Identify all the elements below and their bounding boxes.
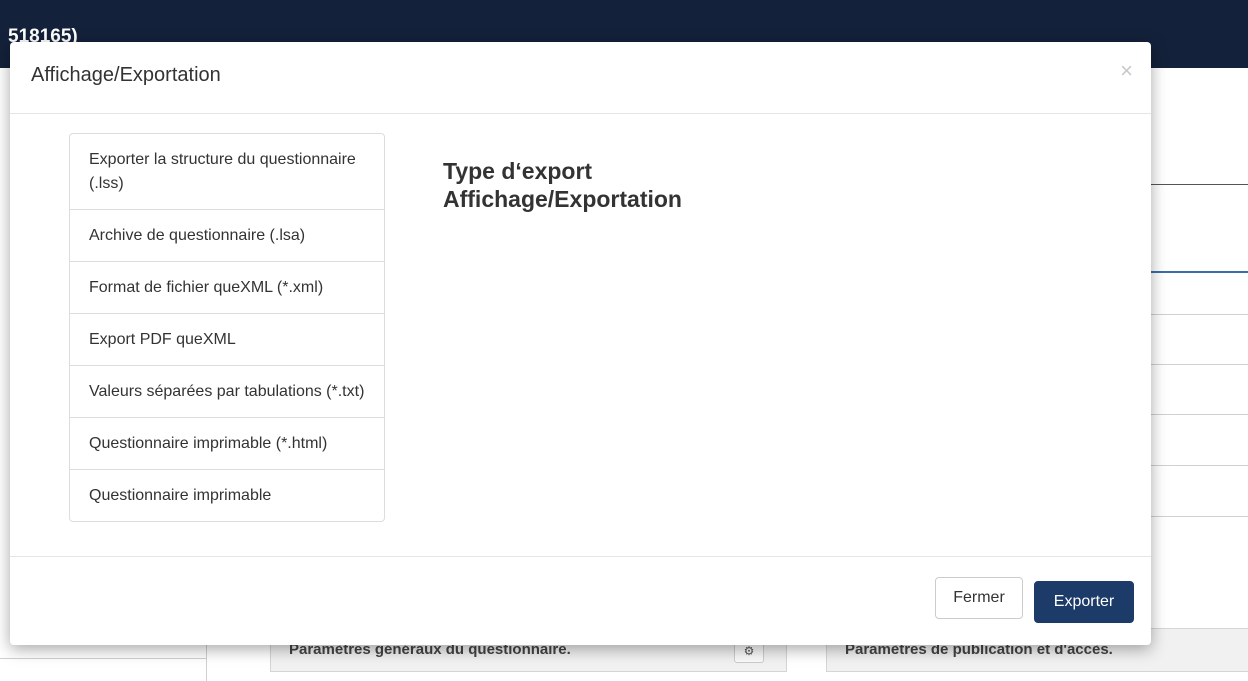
modal-header: Affichage/Exportation × [10, 42, 1151, 114]
modal-title: Affichage/Exportation [31, 64, 221, 86]
export-type-heading: Type d‘export Affichage/Exportation [443, 157, 682, 213]
bg-active-tab-line [1151, 271, 1248, 273]
bg-row-line [1151, 314, 1248, 315]
bg-row-line [1151, 364, 1248, 365]
export-option-lsa[interactable]: Archive de questionnaire (.lsa) [70, 210, 384, 262]
export-button[interactable]: Exporter [1034, 581, 1134, 623]
export-option-printable-html[interactable]: Questionnaire imprimable (*.html) [70, 418, 384, 470]
modal-footer: Fermer Exporter [10, 556, 1151, 646]
bg-divider [1151, 184, 1248, 185]
bg-row-line [1151, 414, 1248, 415]
export-option-quexml[interactable]: Format de fichier queXML (*.xml) [70, 262, 384, 314]
close-button[interactable]: Fermer [935, 577, 1023, 619]
bg-sidebar-line [0, 658, 206, 659]
export-option-quexml-pdf[interactable]: Export PDF queXML [70, 314, 384, 366]
bg-row-line [1151, 465, 1248, 466]
bg-sidebar-border [206, 645, 207, 681]
export-type-heading-line1: Type d‘export [443, 158, 593, 184]
export-modal: Affichage/Exportation × Exporter la stru… [10, 42, 1151, 645]
close-icon[interactable]: × [1120, 58, 1133, 84]
export-option-tsv[interactable]: Valeurs séparées par tabulations (*.txt) [70, 366, 384, 418]
bg-row-line [1151, 516, 1248, 517]
export-type-heading-line2: Affichage/Exportation [443, 186, 682, 212]
export-option-lss[interactable]: Exporter la structure du questionnaire (… [70, 134, 384, 210]
export-type-list: Exporter la structure du questionnaire (… [69, 133, 385, 522]
export-option-printable[interactable]: Questionnaire imprimable [70, 470, 384, 521]
